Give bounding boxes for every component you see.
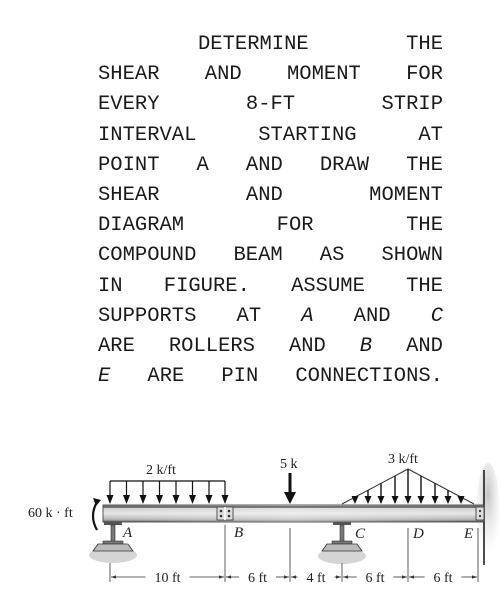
dimension-line: 10 ft 6 ft 4 ft 6 ft 6 ft <box>111 571 477 586</box>
load-arrowhead <box>123 495 130 504</box>
dimension-arrowhead <box>472 575 477 579</box>
dimension-arrowhead <box>111 575 116 579</box>
dimension-arrowhead <box>343 575 348 579</box>
point-load-label: 5 k <box>280 457 298 472</box>
load-arrowhead <box>221 495 229 504</box>
dimension-arrowhead <box>409 575 414 579</box>
triangular-distributed-load <box>341 468 475 505</box>
couple-moment-arrow <box>91 498 101 531</box>
point-label-d: D <box>412 526 424 542</box>
load-arrowhead <box>139 495 147 504</box>
dimension-label: 4 ft <box>306 571 325 586</box>
load-arrowhead <box>205 495 213 504</box>
dimension-arrowhead <box>336 575 341 579</box>
pin-connection-b <box>216 506 234 521</box>
point-label-c: C <box>355 526 366 542</box>
uniform-load-label: 2 k/ft <box>146 463 176 478</box>
couple-moment-label: 60 k · ft <box>28 506 73 521</box>
load-arrowhead <box>377 496 385 504</box>
point-label-a: A <box>122 525 133 541</box>
dimension-arrowhead <box>226 575 231 579</box>
point-label-b: B <box>234 525 243 541</box>
dimension-label: 6 ft <box>248 571 267 586</box>
uniform-distributed-load <box>106 480 229 504</box>
dimension-arrowhead <box>284 575 289 579</box>
point-label-e: E <box>463 526 473 542</box>
dimension-label: 6 ft <box>433 571 452 586</box>
load-arrowhead <box>156 495 163 504</box>
load-arrowhead <box>172 495 180 504</box>
load-arrowhead <box>364 496 372 504</box>
load-arrowhead <box>391 496 399 504</box>
point-load-arrow <box>284 473 296 504</box>
load-arrowhead <box>404 496 412 504</box>
compound-beam-figure: 60 k · ft 2 k/ft 5 k 3 k/ft A B C D E 10… <box>28 452 500 586</box>
load-arrowhead <box>444 496 452 504</box>
load-arrowhead <box>106 495 114 504</box>
load-arrowhead <box>189 495 196 504</box>
dimension-label: 6 ft <box>365 571 384 586</box>
pin-connection-e <box>475 506 485 521</box>
dimension-arrowhead <box>291 575 296 579</box>
load-arrowhead <box>417 496 425 504</box>
dimension-arrowhead <box>402 575 407 579</box>
triangular-load-label: 3 k/ft <box>388 452 418 467</box>
dimension-label: 10 ft <box>154 571 180 586</box>
load-arrowhead <box>351 496 359 504</box>
load-arrowhead <box>431 496 439 504</box>
dimension-arrowhead <box>219 575 224 579</box>
load-arrowhead <box>457 496 465 504</box>
beam <box>102 504 485 523</box>
